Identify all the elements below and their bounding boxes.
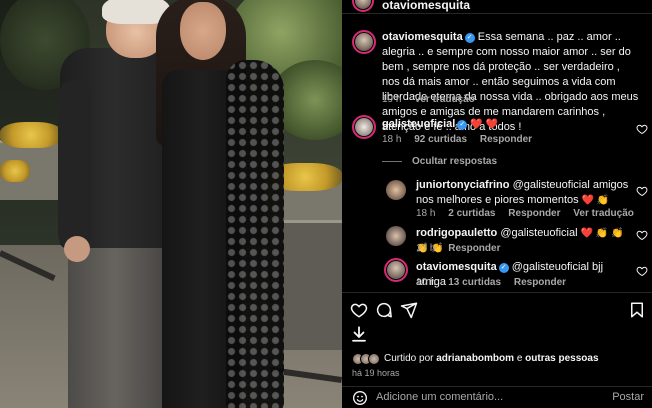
comment-like-heart-icon[interactable] bbox=[636, 122, 648, 135]
reply-likes[interactable]: 13 curtidas bbox=[448, 277, 501, 288]
emoji-icon[interactable] bbox=[352, 390, 368, 406]
reply-meta: 17 h Responder bbox=[416, 243, 510, 254]
reply-reply-button[interactable]: Responder bbox=[508, 208, 560, 219]
reply-time: 18 h bbox=[416, 208, 436, 219]
reply-like-heart-icon[interactable] bbox=[636, 184, 648, 197]
comment-meta: 18 h 92 curtidas Responder bbox=[382, 134, 542, 145]
comment-likes[interactable]: 92 curtidas bbox=[414, 134, 467, 145]
reply-avatar[interactable] bbox=[386, 180, 406, 200]
comments-panel: otaviomesquita otaviomesquita ✓ Essa sema… bbox=[342, 0, 652, 408]
share-icon[interactable] bbox=[400, 301, 418, 319]
reply-meta: 18 h 2 curtidas Responder Ver tradução bbox=[416, 208, 644, 219]
caption-meta: 19 h Ver tradução bbox=[382, 94, 485, 105]
photo-flowers-left-low bbox=[0, 160, 30, 182]
heart-icon[interactable] bbox=[350, 301, 368, 319]
reply-avatar[interactable] bbox=[386, 226, 406, 246]
reply-emoji: ❤️ 👏 bbox=[581, 195, 610, 206]
download-icon[interactable] bbox=[350, 325, 368, 343]
verified-badge-icon: ✓ bbox=[464, 33, 475, 43]
verified-badge-icon: ✓ bbox=[457, 120, 468, 130]
save-icon[interactable] bbox=[628, 301, 646, 319]
caption-username[interactable]: otaviomesquita bbox=[382, 31, 463, 43]
reply-username[interactable]: otaviomesquita bbox=[416, 261, 497, 273]
reply-avatar[interactable] bbox=[384, 258, 408, 282]
caption-see-translation[interactable]: Ver tradução bbox=[414, 94, 475, 105]
reply-reply-button[interactable]: Responder bbox=[514, 277, 566, 288]
liked-by: Curtido por adrianabombom e outras pesso… bbox=[384, 353, 599, 364]
reply-like-heart-icon[interactable] bbox=[636, 228, 648, 241]
liked-and: e bbox=[516, 353, 523, 364]
caption-avatar[interactable] bbox=[352, 30, 376, 54]
liked-by-avatars[interactable] bbox=[352, 353, 380, 365]
reply-time: 10 h bbox=[416, 277, 436, 288]
post-time-ago: há 19 horas bbox=[352, 368, 400, 378]
caption-time: 19 h bbox=[382, 94, 402, 105]
reply-likes[interactable]: 2 curtidas bbox=[448, 208, 495, 219]
comment-username[interactable]: galisteuoficial bbox=[382, 118, 455, 130]
photo-man-hand bbox=[64, 236, 90, 262]
photo-woman-face bbox=[180, 2, 226, 60]
liked-others[interactable]: outras pessoas bbox=[525, 353, 598, 364]
photo-woman-lace-cape bbox=[226, 60, 284, 408]
photo-flowers-left bbox=[0, 122, 62, 148]
reply-username[interactable]: rodrigopauletto bbox=[416, 227, 497, 239]
liked-user[interactable]: adrianabombom bbox=[436, 353, 514, 364]
header-avatar[interactable] bbox=[352, 0, 374, 12]
comment-item: galisteuoficial ✓ ❤️ ❤️ bbox=[382, 117, 622, 132]
post-header: otaviomesquita bbox=[342, 0, 652, 14]
comment-text: ❤️ ❤️ bbox=[470, 119, 499, 130]
comment-input[interactable] bbox=[376, 391, 596, 403]
header-username[interactable]: otaviomesquita bbox=[382, 0, 470, 12]
comment-icon[interactable] bbox=[375, 301, 393, 319]
comment-time: 18 h bbox=[382, 134, 402, 145]
comment-reply-button[interactable]: Responder bbox=[480, 134, 532, 145]
post-photo[interactable] bbox=[0, 0, 342, 408]
reply-see-translation[interactable]: Ver tradução bbox=[573, 208, 634, 219]
reply-reply-button[interactable]: Responder bbox=[448, 243, 500, 254]
post-actions: Curtido por adrianabombom e outras pesso… bbox=[342, 292, 652, 408]
verified-badge-icon: ✓ bbox=[498, 263, 509, 273]
post-comment-button[interactable]: Postar bbox=[612, 391, 644, 403]
reply-meta: 10 h 13 curtidas Responder bbox=[416, 277, 576, 288]
liked-prefix: Curtido por bbox=[384, 353, 434, 364]
reply-like-heart-icon[interactable] bbox=[636, 264, 648, 277]
comment-bar: Postar bbox=[342, 386, 652, 408]
comment-avatar[interactable] bbox=[352, 115, 376, 139]
photo-man-arm bbox=[58, 80, 92, 250]
photo-man-pants bbox=[68, 238, 162, 408]
reply-username[interactable]: juniortonyciafrino bbox=[416, 179, 510, 191]
reply-item: juniortonyciafrino @galisteuoficial amig… bbox=[416, 178, 630, 208]
reply-text: @galisteuoficial bbox=[500, 227, 578, 239]
reply-time: 17 h bbox=[416, 243, 436, 254]
hide-replies-button[interactable]: Ocultar respostas bbox=[382, 156, 497, 167]
